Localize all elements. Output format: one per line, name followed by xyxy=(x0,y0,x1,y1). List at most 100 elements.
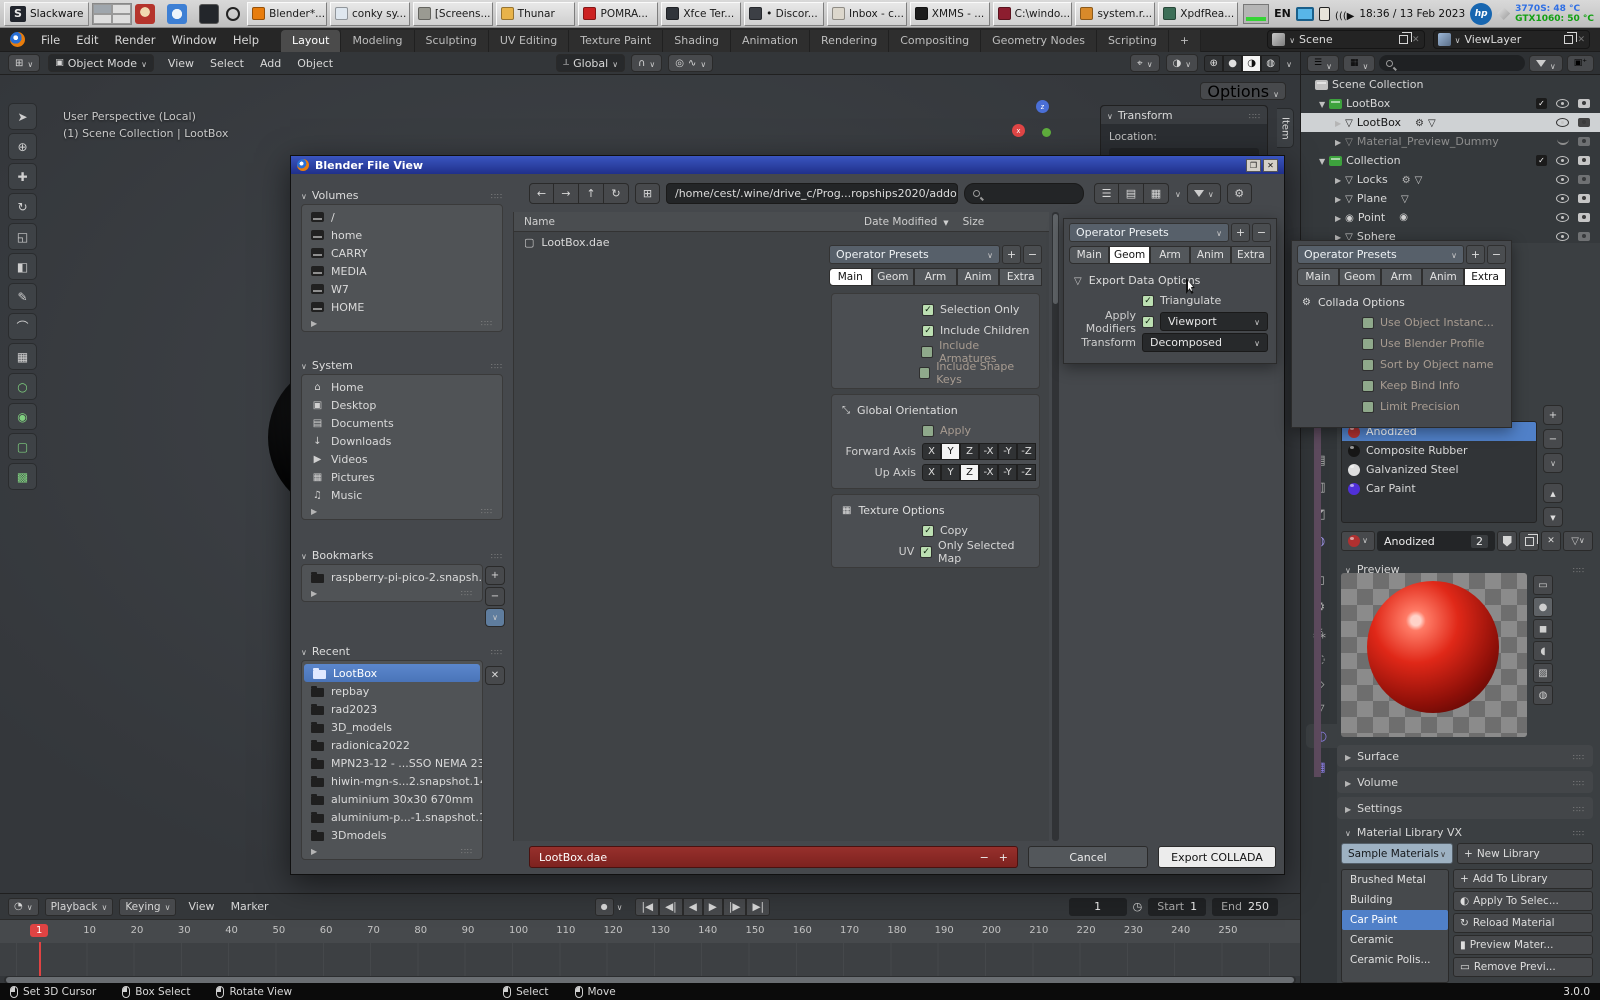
export-option-row[interactable]: Include Shape Keys xyxy=(832,362,1039,383)
outliner-row-locks[interactable]: Locks xyxy=(1301,170,1600,189)
checkbox[interactable] xyxy=(919,367,931,379)
app-launcher-icon[interactable] xyxy=(135,4,155,24)
expand-icon[interactable] xyxy=(1319,97,1325,110)
collada-option-row[interactable]: Use Object Instanc... xyxy=(1292,312,1511,333)
checkbox[interactable] xyxy=(1362,359,1374,371)
checkbox[interactable] xyxy=(1142,295,1154,307)
export-option-row[interactable]: Selection Only xyxy=(832,299,1039,320)
expand-icon[interactable] xyxy=(1335,135,1341,148)
launcher-dropdown-icon[interactable] xyxy=(158,4,164,23)
taskbar-window-button[interactable]: XpdfRea... xyxy=(1158,2,1238,26)
preview-sphere-button[interactable]: ● xyxy=(1533,597,1553,617)
current-frame-field[interactable]: 1 xyxy=(1069,898,1127,916)
outliner-display-mode-button[interactable]: ▦ xyxy=(1343,55,1375,72)
export-tab[interactable]: Extra xyxy=(999,268,1042,286)
system-item[interactable]: ▦Pictures xyxy=(302,468,502,486)
timeline-marker-menu[interactable]: Marker xyxy=(231,900,269,913)
export-tab[interactable]: Geom xyxy=(872,268,915,286)
operator-presets-dropdown[interactable]: Operator Presets xyxy=(1069,223,1229,242)
path-field[interactable]: /home/cest/.wine/drive_c/Prog...ropships… xyxy=(666,183,958,204)
add-primitive-tool-4[interactable]: ▩ xyxy=(8,463,37,490)
browser-launcher-icon[interactable] xyxy=(167,4,187,24)
render-camera-icon[interactable] xyxy=(1578,213,1590,222)
timeline-track[interactable] xyxy=(0,943,1300,976)
menu-item[interactable]: Window xyxy=(163,33,224,47)
cancel-button[interactable]: Cancel xyxy=(1028,846,1148,868)
checkbox[interactable] xyxy=(922,425,934,437)
add-primitive-tool-1[interactable]: ○ xyxy=(8,373,37,400)
checkbox[interactable] xyxy=(920,546,932,558)
material-tab[interactable]: ◐ xyxy=(1306,724,1337,748)
sidebar-item-tab[interactable]: Item xyxy=(1277,108,1294,148)
gizmo-z-axis[interactable]: z xyxy=(1036,100,1049,113)
hide-eye-icon[interactable] xyxy=(1556,194,1569,203)
volume-item[interactable]: MEDIA xyxy=(302,262,502,280)
name-column-header[interactable]: Name xyxy=(514,216,864,228)
library-material-item[interactable]: Brushed Metal xyxy=(1342,870,1448,890)
recent-item[interactable]: aluminium-p...-1.snapshot.1 xyxy=(302,808,482,826)
volumes-header[interactable]: Volumes xyxy=(301,186,503,204)
next-keyframe-button[interactable]: |▶ xyxy=(723,898,747,916)
new-scene-icon[interactable] xyxy=(1399,35,1408,44)
jump-to-end-button[interactable]: ▶| xyxy=(746,898,770,916)
recent-item[interactable]: repbay xyxy=(302,682,482,700)
taskbar-window-button[interactable]: Thunar xyxy=(496,2,576,26)
render-camera-icon[interactable] xyxy=(1578,99,1590,108)
clipboard-icon[interactable] xyxy=(1319,7,1330,21)
render-camera-icon[interactable] xyxy=(1578,175,1590,184)
recent-item[interactable]: aluminium 30x30 670mm xyxy=(302,790,482,808)
navigation-gizmo[interactable]: x z xyxy=(1012,98,1054,142)
workspace-tab[interactable]: Shading xyxy=(663,30,731,52)
mode-selector[interactable]: ▣Object Mode xyxy=(48,54,154,72)
system-item[interactable]: ▤Documents xyxy=(302,414,502,432)
library-material-item[interactable]: Ceramic Polis... xyxy=(1342,950,1448,970)
overlays-toggle[interactable]: ◑ xyxy=(1166,54,1199,72)
surface-section-header[interactable]: Surface xyxy=(1337,745,1593,767)
new-viewlayer-icon[interactable] xyxy=(1564,35,1573,44)
menu-item[interactable]: File xyxy=(33,33,68,47)
rotate-tool[interactable]: ↻ xyxy=(8,193,37,220)
search-icon[interactable] xyxy=(226,7,240,21)
keying-dropdown-icon[interactable] xyxy=(617,900,623,913)
checkbox[interactable] xyxy=(1362,401,1374,413)
volume-section-header[interactable]: Volume xyxy=(1337,771,1593,793)
taskbar-window-button[interactable]: XMMS - ... xyxy=(910,2,990,26)
export-tab[interactable]: Main xyxy=(1297,268,1339,286)
export-tab[interactable]: Arm xyxy=(1381,268,1423,286)
viewport-menu-item[interactable]: Add xyxy=(260,57,281,70)
decrement-icon[interactable]: − xyxy=(980,851,989,864)
end-frame-field[interactable]: End250 xyxy=(1212,898,1278,916)
outliner-filter-button[interactable] xyxy=(1529,55,1563,72)
taskbar-window-button[interactable]: C:\windo... xyxy=(993,2,1073,26)
material-shading-button[interactable]: ◑ xyxy=(1242,55,1261,72)
taskbar-window-button[interactable]: Blender*... xyxy=(247,2,327,26)
export-tab[interactable]: Arm xyxy=(914,268,957,286)
jump-to-start-button[interactable]: |◀ xyxy=(635,898,659,916)
volume-item[interactable]: / xyxy=(302,208,502,226)
add-preset-button[interactable]: + xyxy=(1002,245,1021,264)
library-material-item[interactable]: Car Paint xyxy=(1342,910,1448,930)
workspace-1[interactable] xyxy=(93,4,112,14)
checkbox[interactable] xyxy=(1362,338,1374,350)
shading-dropdown-icon[interactable] xyxy=(1286,57,1292,70)
volume-icon[interactable] xyxy=(1335,4,1354,23)
checkbox[interactable] xyxy=(1362,380,1374,392)
bookmarks-header[interactable]: Bookmarks xyxy=(301,546,503,564)
expand-icon[interactable] xyxy=(1335,116,1341,129)
recent-item[interactable]: 3Dmodels xyxy=(302,826,482,844)
material-slot[interactable]: Galvanized Steel xyxy=(1342,460,1536,479)
close-button[interactable]: ✕ xyxy=(1263,159,1278,172)
add-cube-tool[interactable]: ▦ xyxy=(8,343,37,370)
link-mode-button[interactable] xyxy=(1563,531,1593,551)
menu-item[interactable]: Help xyxy=(225,33,267,47)
viewport-menu-item[interactable]: View xyxy=(168,57,194,70)
collada-option-row[interactable]: Limit Precision xyxy=(1292,396,1511,417)
filter-button[interactable] xyxy=(1187,183,1221,204)
measure-tool[interactable]: ⌒ xyxy=(8,313,37,340)
material-name-field[interactable]: Anodized 2 xyxy=(1377,531,1495,551)
hide-eye-icon[interactable] xyxy=(1556,118,1569,127)
new-library-button[interactable]: +New Library xyxy=(1457,843,1593,864)
hidden-eye-icon[interactable] xyxy=(1557,139,1569,145)
texture-option-row[interactable]: UVOnly Selected Map xyxy=(832,541,1039,562)
preview-cube-button[interactable]: ◼ xyxy=(1533,619,1553,639)
